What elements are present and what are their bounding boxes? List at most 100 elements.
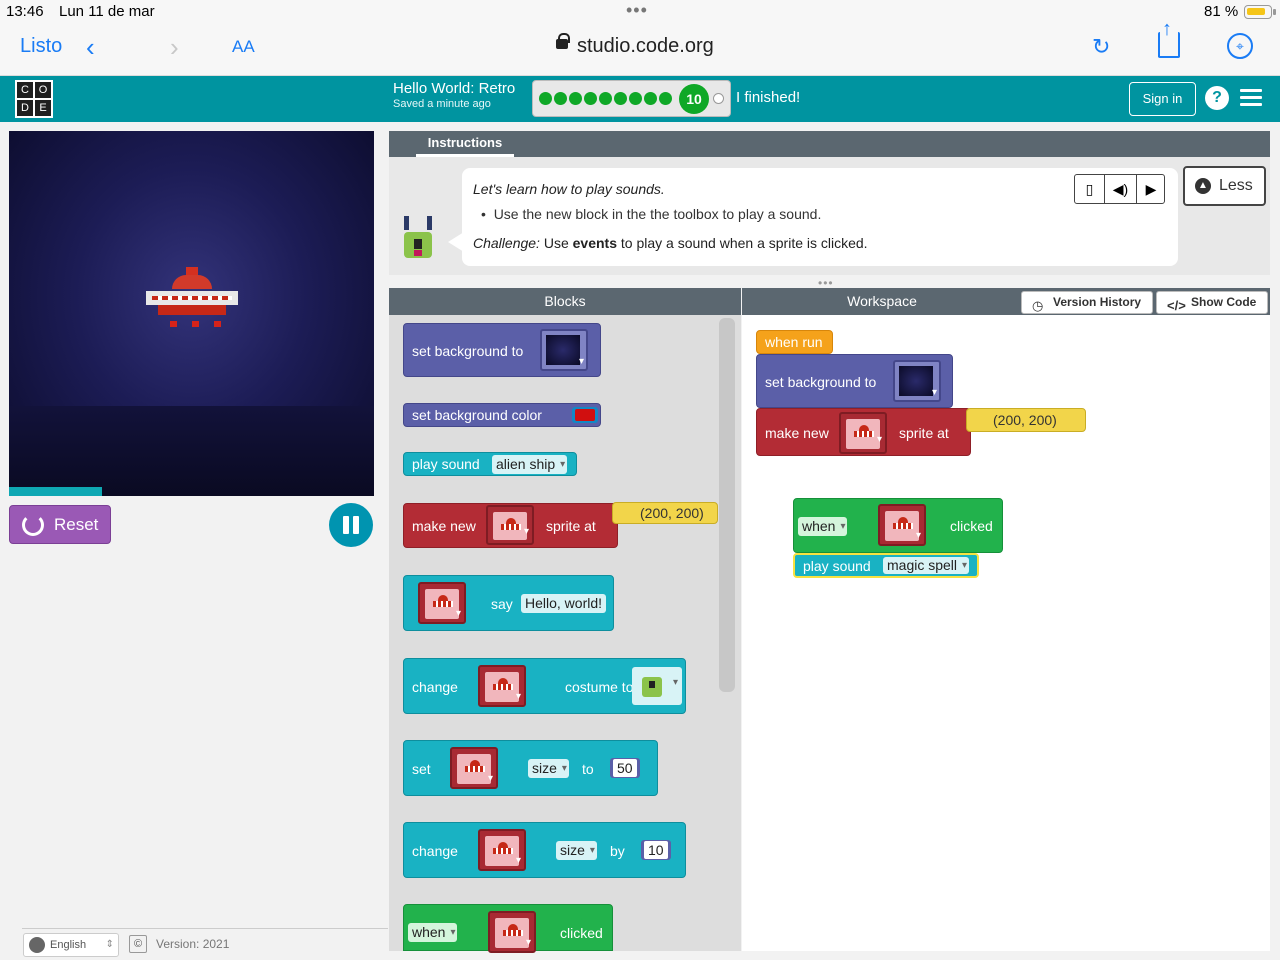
text-to-speech-icon[interactable]: ▯ xyxy=(1075,175,1105,203)
reset-button[interactable]: Reset xyxy=(9,505,111,544)
chevron-down-icon: ⇕ xyxy=(105,939,114,950)
block-label: sprite at xyxy=(546,518,596,534)
sprite-picker[interactable]: ▾ xyxy=(418,582,466,624)
property-dropdown[interactable]: size xyxy=(556,841,597,860)
progress-dot[interactable] xyxy=(614,92,627,105)
sprite-picker[interactable]: ▾ xyxy=(478,829,526,871)
play-icon[interactable]: ▶ xyxy=(1137,175,1165,203)
block-when-run[interactable]: when run xyxy=(756,330,833,354)
challenge-bold: events xyxy=(572,235,617,251)
code-org-logo[interactable]: C O D E xyxy=(15,80,53,118)
help-icon[interactable]: ? xyxy=(1205,86,1229,110)
block-label: play sound xyxy=(412,456,480,472)
toolbox-scrollbar[interactable] xyxy=(719,318,735,692)
block-coordinates[interactable]: (200, 200) xyxy=(612,502,718,524)
copyright-button[interactable]: © xyxy=(129,935,147,953)
ws-block-when-clicked[interactable]: when ▾ clicked xyxy=(793,498,1003,553)
audio-controls: ▯ ◀) ▶ xyxy=(1074,174,1165,204)
block-label: make new xyxy=(412,518,476,534)
block-set-size[interactable]: set ▾ size to 50 xyxy=(403,740,658,796)
block-set-background[interactable]: set background to ▾ xyxy=(403,323,601,377)
progress-dot[interactable] xyxy=(659,92,672,105)
progress-dot[interactable] xyxy=(569,92,582,105)
background-picker[interactable]: ▾ xyxy=(540,329,588,371)
next-level-dot[interactable] xyxy=(713,93,724,104)
tab-instructions[interactable]: Instructions xyxy=(416,131,514,157)
reset-icon xyxy=(22,514,44,536)
compass-icon[interactable]: ⌖ xyxy=(1227,33,1253,59)
language-select[interactable]: English ⇕ xyxy=(23,933,119,957)
game-stage[interactable] xyxy=(9,131,374,496)
block-change-size[interactable]: change ▾ size by 10 xyxy=(403,822,686,878)
progress-dot[interactable] xyxy=(554,92,567,105)
block-change-costume[interactable]: change ▾ costume to ▾ xyxy=(403,658,686,714)
done-button[interactable]: Listo xyxy=(20,35,62,58)
block-say[interactable]: ▾ say Hello, world! xyxy=(403,575,614,631)
block-set-background-color[interactable]: set background color xyxy=(403,403,601,427)
progress-dot[interactable] xyxy=(539,92,552,105)
block-label: set xyxy=(412,761,431,777)
instructions-bullet: • Use the new block in the the toolbox t… xyxy=(481,206,822,222)
sound-dropdown[interactable]: magic spell xyxy=(883,557,970,574)
share-icon[interactable] xyxy=(1158,18,1180,58)
sprite-picker[interactable]: ▾ xyxy=(878,504,926,546)
clock-icon: ◷ xyxy=(1032,298,1044,313)
progress-dot[interactable] xyxy=(644,92,657,105)
block-play-sound[interactable]: play sound alien ship xyxy=(403,452,577,476)
saved-status: Saved a minute ago xyxy=(393,98,491,110)
block-make-new-sprite[interactable]: make new ▾ sprite at xyxy=(403,503,618,548)
sprite-picker[interactable]: ▾ xyxy=(450,747,498,789)
status-time: 13:46 xyxy=(6,3,44,20)
sprite-picker[interactable]: ▾ xyxy=(478,665,526,707)
event-dropdown[interactable]: when xyxy=(408,923,458,942)
ws-block-make-new-sprite[interactable]: make new ▾ sprite at xyxy=(756,408,971,456)
block-label: clicked xyxy=(950,518,993,534)
back-icon[interactable]: ‹ xyxy=(86,32,95,63)
volume-icon[interactable]: ◀) xyxy=(1105,175,1137,203)
finished-link[interactable]: I finished! xyxy=(736,89,800,106)
level-progress: 10 xyxy=(532,80,731,117)
block-label: play sound xyxy=(803,558,871,574)
show-code-button[interactable]: </> Show Code xyxy=(1156,291,1268,314)
property-dropdown[interactable]: size xyxy=(528,759,569,778)
number-input[interactable]: 50 xyxy=(610,758,640,778)
ws-block-play-sound[interactable]: play sound magic spell xyxy=(793,553,979,578)
costume-picker[interactable]: ▾ xyxy=(632,667,682,705)
logo-letter: D xyxy=(17,100,33,116)
version-history-button[interactable]: ◷ Version History xyxy=(1021,291,1153,314)
sound-dropdown[interactable]: alien ship xyxy=(492,455,568,474)
block-label: change xyxy=(412,843,458,859)
progress-dot[interactable] xyxy=(629,92,642,105)
number-input[interactable]: 10 xyxy=(641,840,671,860)
block-when-clicked[interactable]: when ▾ clicked xyxy=(403,904,613,953)
current-level-bubble[interactable]: 10 xyxy=(679,84,709,114)
event-dropdown[interactable]: when xyxy=(798,517,848,536)
stage-progress-bar xyxy=(9,487,102,496)
less-button[interactable]: ▲ Less xyxy=(1183,166,1266,206)
ufo-sprite-graphic[interactable] xyxy=(146,267,238,329)
sign-in-button[interactable]: Sign in xyxy=(1129,82,1196,116)
sprite-picker[interactable]: ▾ xyxy=(488,911,536,953)
background-picker[interactable]: ▾ xyxy=(893,360,941,402)
sprite-picker[interactable]: ▾ xyxy=(486,505,534,545)
color-picker[interactable] xyxy=(572,407,598,423)
pause-button[interactable] xyxy=(329,503,373,547)
ws-block-set-background[interactable]: set background to ▾ xyxy=(756,354,953,408)
version-history-label: Version History xyxy=(1053,295,1142,309)
sprite-picker[interactable]: ▾ xyxy=(839,412,887,454)
challenge-pre: Use xyxy=(539,235,573,251)
text-size-button[interactable]: AA xyxy=(232,37,255,57)
menu-icon[interactable] xyxy=(1240,89,1262,107)
multitask-dots-icon[interactable]: ••• xyxy=(626,0,648,21)
ws-block-coordinates[interactable]: (200, 200) xyxy=(966,408,1086,432)
block-label: clicked xyxy=(560,925,603,941)
less-label: Less xyxy=(1219,177,1253,194)
version-text: Version: 2021 xyxy=(156,937,230,951)
reload-icon[interactable]: ↻ xyxy=(1092,34,1110,60)
address-bar[interactable]: studio.code.org xyxy=(577,35,714,58)
forward-icon[interactable]: › xyxy=(170,32,179,63)
say-text-field[interactable]: Hello, world! xyxy=(521,594,607,613)
progress-dot[interactable] xyxy=(584,92,597,105)
progress-dot[interactable] xyxy=(599,92,612,105)
logo-letter: O xyxy=(35,82,51,98)
